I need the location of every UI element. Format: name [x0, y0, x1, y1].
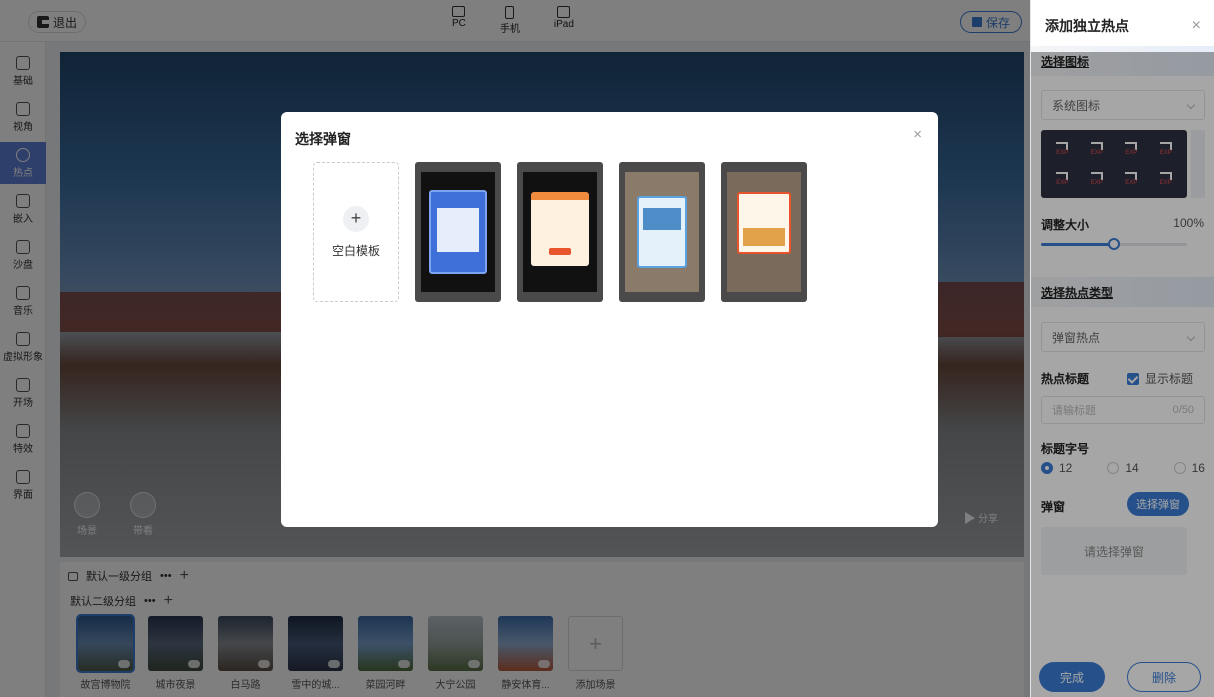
icon-source-select[interactable]: 系统图标 — [1041, 90, 1205, 120]
icon-picker-grid: EXP EXP EXP EXP EXP EXP EXP EXP — [1041, 130, 1187, 198]
panel-title: 添加独立热点 — [1045, 17, 1129, 34]
template-card-3[interactable] — [619, 162, 705, 302]
plus-icon: + — [343, 205, 369, 232]
radio-icon — [1173, 462, 1186, 474]
hotspot-title-label: 热点标题 — [1041, 372, 1090, 386]
icon-option[interactable]: EXP — [1082, 166, 1113, 192]
template-card-1[interactable] — [415, 162, 501, 302]
icon-option[interactable]: EXP — [1047, 166, 1078, 192]
select-popup-dialog: 选择弹窗 × + 空白模板 — [281, 112, 938, 527]
font-size-radio-16[interactable]: 16 — [1173, 461, 1205, 475]
checkbox-checked-icon — [1127, 372, 1139, 385]
section-hotspot-type: 选择热点类型 — [1031, 277, 1214, 307]
chevron-down-icon — [1186, 332, 1196, 342]
icon-option[interactable]: EXP — [1116, 166, 1147, 192]
icon-option[interactable]: EXP — [1151, 136, 1182, 162]
icon-option[interactable]: EXP — [1116, 136, 1147, 162]
show-title-checkbox[interactable]: 显示标题 — [1127, 370, 1193, 387]
arrow-up-icon — [1056, 142, 1069, 150]
glow-icon — [1125, 172, 1138, 180]
size-slider[interactable] — [1041, 238, 1187, 250]
template-popup-preview — [531, 192, 589, 266]
popup-label: 弹窗 — [1041, 500, 1066, 514]
icon-option[interactable]: EXP — [1082, 136, 1113, 162]
popup-placeholder[interactable]: 请选择弹窗 — [1041, 527, 1187, 575]
size-value: 100% — [1173, 216, 1204, 230]
font-size-radio-group: 12 14 16 — [1041, 461, 1205, 475]
arrow-diagonal-icon — [1056, 172, 1069, 180]
dialog-close-icon[interactable]: × — [913, 126, 922, 143]
dialog-title: 选择弹窗 — [295, 131, 351, 147]
template-popup-preview — [637, 196, 687, 268]
pick-popup-button[interactable]: 选择弹窗 — [1127, 492, 1189, 516]
template-popup-preview — [429, 190, 487, 274]
char-counter: 0/50 — [1172, 404, 1194, 416]
template-card-4[interactable] — [721, 162, 807, 302]
arrow-left-icon — [1090, 142, 1103, 150]
size-slider-fill — [1041, 243, 1114, 246]
blank-template-label: 空白模板 — [331, 243, 380, 258]
hotspot-settings-panel: 添加独立热点 × 选择图标 系统图标 EXP EXP EXP EXP EXP E… — [1030, 0, 1214, 697]
font-size-radio-12[interactable]: 12 — [1041, 461, 1072, 475]
template-list: + 空白模板 — [313, 162, 807, 302]
icon-grid-scrollbar[interactable] — [1191, 130, 1205, 198]
template-card-2[interactable] — [517, 162, 603, 302]
radio-icon — [1041, 462, 1053, 474]
hotspot-type-select[interactable]: 弹窗热点 — [1041, 322, 1205, 352]
arrow-turn-icon — [1159, 142, 1172, 150]
font-size-radio-14[interactable]: 14 — [1107, 461, 1139, 475]
size-label: 调整大小 — [1041, 218, 1090, 232]
panel-header: 添加独立热点 × — [1031, 0, 1214, 52]
hotspot-title-input[interactable]: 请输标题 0/50 — [1041, 396, 1205, 424]
delete-button[interactable]: 删除 — [1127, 662, 1201, 692]
arrow-right-icon — [1125, 142, 1138, 150]
icon-option[interactable]: EXP — [1151, 166, 1182, 192]
font-size-label: 标题字号 — [1041, 442, 1090, 456]
template-popup-preview — [737, 192, 791, 254]
dot-icon — [1090, 172, 1103, 180]
section-choose-icon: 选择图标 — [1031, 46, 1214, 76]
icon-option[interactable]: EXP — [1047, 136, 1078, 162]
size-slider-handle[interactable] — [1108, 238, 1120, 250]
done-button[interactable]: 完成 — [1039, 662, 1105, 692]
panel-close-icon[interactable]: × — [1192, 17, 1201, 35]
chevron-down-icon — [1186, 100, 1196, 110]
hand-icon — [1159, 172, 1172, 180]
radio-icon — [1107, 462, 1120, 474]
blank-template-card[interactable]: + 空白模板 — [313, 162, 399, 302]
